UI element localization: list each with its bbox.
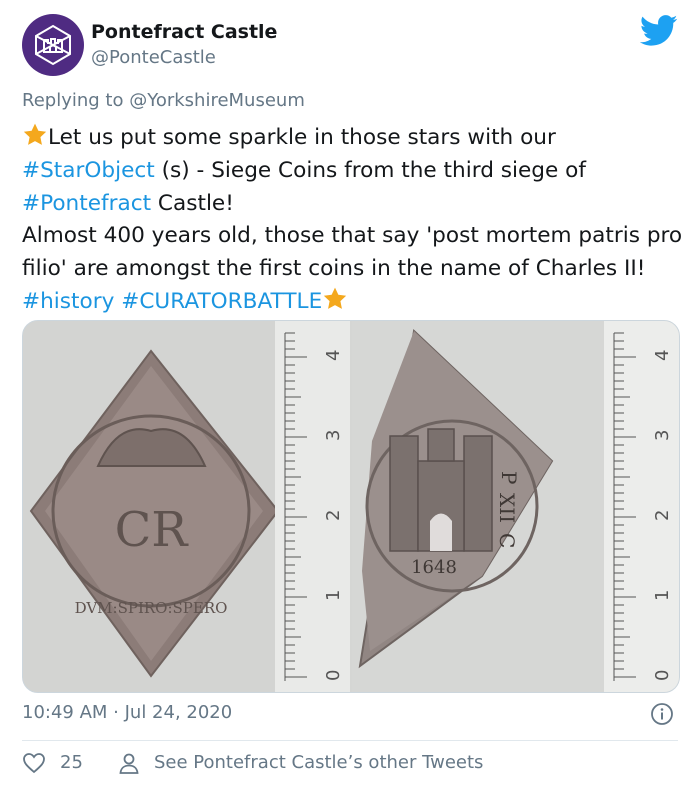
tweet-media[interactable]: CR DVM:SPIRO:SPERO 0 1 2 3 4 1648 P XII … <box>22 320 680 693</box>
ruler-mark-1: 1 <box>323 590 344 601</box>
heart-icon[interactable] <box>22 752 46 774</box>
ruler-mark-4: 4 <box>652 350 673 361</box>
tweet-timestamp[interactable]: 10:49 AM · Jul 24, 2020 <box>22 702 232 723</box>
info-icon[interactable] <box>650 702 674 726</box>
coin-legend: DVM:SPIRO:SPERO <box>75 599 228 617</box>
reply-mention-link[interactable]: @YorkshireMuseum <box>129 90 305 111</box>
author-handle[interactable]: @PonteCastle <box>91 47 216 68</box>
reply-prefix: Replying to <box>22 90 124 111</box>
hashtag-pontefract[interactable]: #Pontefract <box>22 191 151 216</box>
coin-year: 1648 <box>411 557 457 578</box>
coin-photo-right[interactable]: 1648 P XII C 0 1 2 3 4 <box>352 321 679 692</box>
tweet-text-part-4: Almost 400 years old, those that say 'po… <box>22 223 683 282</box>
reply-context: Replying to @YorkshireMuseum <box>22 90 305 111</box>
hashtag-curatorbattle[interactable]: #CURATORBATTLE <box>121 289 322 314</box>
person-icon <box>119 753 139 774</box>
tweet-text-part-2: (s) - Siege Coins from the third siege o… <box>154 157 586 183</box>
author-name[interactable]: Pontefract Castle <box>91 21 277 43</box>
ruler-mark-1: 1 <box>652 590 673 601</box>
castle-coin-image: 1648 P XII C 0 1 2 3 4 <box>358 321 679 692</box>
ruler-mark-3: 3 <box>323 430 344 441</box>
ruler-mark-0: 0 <box>323 670 344 681</box>
tweet-text-part-3: Castle! <box>151 190 234 216</box>
ruler-mark-3: 3 <box>652 430 673 441</box>
ruler-mark-2: 2 <box>323 510 344 521</box>
avatar[interactable] <box>22 14 84 76</box>
ruler-mark-2: 2 <box>652 510 673 521</box>
coin-photo-left[interactable]: CR DVM:SPIRO:SPERO 0 1 2 3 4 <box>23 321 350 692</box>
hashtag-history[interactable]: #history <box>22 289 114 314</box>
coin-legend-xii: XII <box>495 493 519 523</box>
castle-logo-icon <box>35 24 71 66</box>
coin-legend-c: C <box>495 533 519 548</box>
charles-ii-coin-image: CR DVM:SPIRO:SPERO 0 1 2 3 4 <box>29 321 350 692</box>
ruler-mark-4: 4 <box>323 350 344 361</box>
divider <box>22 740 678 741</box>
coin-monogram: CR <box>115 502 190 558</box>
star-emoji-icon <box>324 287 347 309</box>
ruler-mark-0: 0 <box>652 670 673 681</box>
like-count[interactable]: 25 <box>60 752 83 773</box>
coin-legend-p: P <box>497 471 521 484</box>
hashtag-starobject[interactable]: #StarObject <box>22 158 155 183</box>
tweet-text: Let us put some sparkle in those stars w… <box>22 122 687 319</box>
star-emoji-icon <box>23 123 47 145</box>
twitter-bird-icon[interactable] <box>640 15 678 47</box>
tweet-text-part-1: Let us put some sparkle in those stars w… <box>48 125 556 150</box>
see-other-tweets-link[interactable]: See Pontefract Castle’s other Tweets <box>154 752 483 773</box>
